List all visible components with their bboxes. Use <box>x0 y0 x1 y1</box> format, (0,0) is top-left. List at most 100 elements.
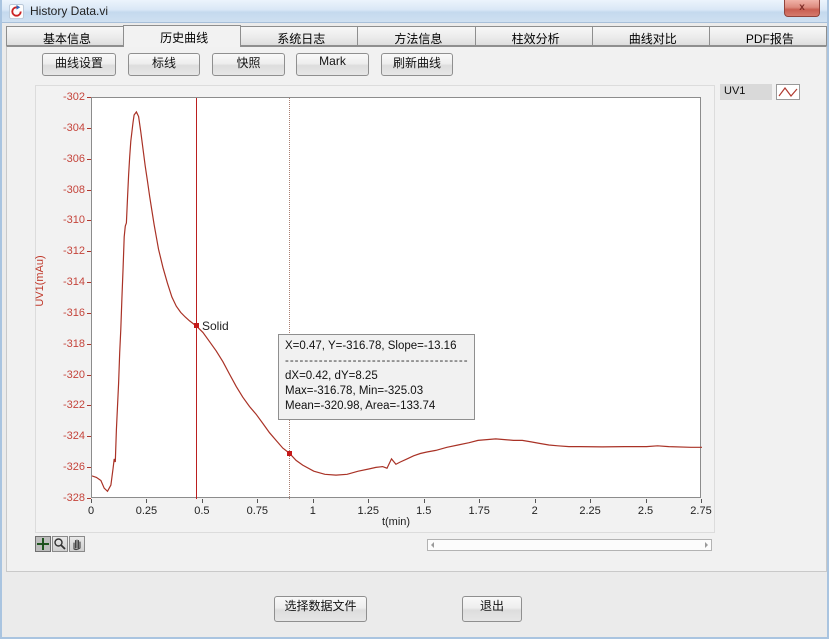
tab-5[interactable]: 曲线对比 <box>592 26 709 46</box>
y-tick-mark <box>87 313 91 314</box>
title-bar: History Data.vi x <box>2 0 827 23</box>
y-tick-mark <box>87 251 91 252</box>
x-tick-mark <box>368 499 369 503</box>
x-tick-mark <box>646 499 647 503</box>
cursor-marker[interactable] <box>194 323 199 328</box>
tooltip-line-dxdy: dX=0.42, dY=8.25 <box>285 369 468 384</box>
tab-2[interactable]: 系统日志 <box>241 26 357 46</box>
x-tick-mark <box>146 499 147 503</box>
x-tick-label: 1.75 <box>459 505 499 517</box>
x-tick-mark <box>590 499 591 503</box>
close-button[interactable]: x <box>784 0 820 17</box>
x-tick-label: 0.75 <box>237 505 277 517</box>
y-tick-mark <box>87 436 91 437</box>
x-tick-mark <box>701 499 702 503</box>
cursor-marker[interactable] <box>287 451 292 456</box>
cursor-tooltip: X=0.47, Y=-316.78, Slope=-13.16 --------… <box>278 334 475 420</box>
uv1-curve <box>92 112 702 491</box>
x-tick-mark <box>91 499 92 503</box>
y-tick-mark <box>87 467 91 468</box>
zoom-tool-button[interactable] <box>52 536 68 552</box>
window-title: History Data.vi <box>30 4 108 18</box>
x-tick-label: 1.25 <box>348 505 388 517</box>
tab-4[interactable]: 柱效分析 <box>475 26 592 46</box>
y-tick-mark <box>87 282 91 283</box>
marker-line-button[interactable]: 标线 <box>128 53 200 76</box>
y-tick-label: -314 <box>45 276 85 288</box>
y-tick-mark <box>87 375 91 376</box>
cursor-tool-button[interactable] <box>35 536 51 552</box>
y-tick-label: -306 <box>45 153 85 165</box>
x-axis-title: t(min) <box>336 516 456 528</box>
x-tick-mark <box>313 499 314 503</box>
y-tick-mark <box>87 159 91 160</box>
cursor-dotted-line[interactable] <box>289 98 290 499</box>
scroll-left-arrow-icon[interactable] <box>431 542 434 548</box>
y-tick-label: -320 <box>45 369 85 381</box>
cursor-solid-line[interactable] <box>196 98 197 499</box>
x-tick-mark <box>257 499 258 503</box>
window: History Data.vi x 基本信息历史曲线系统日志方法信息柱效分析曲线… <box>0 0 829 639</box>
cursor-name-label: Solid <box>202 319 229 333</box>
legend-label: UV1 <box>720 84 772 100</box>
y-tick-mark <box>87 220 91 221</box>
y-tick-label: -322 <box>45 399 85 411</box>
x-tick-mark <box>535 499 536 503</box>
y-tick-mark <box>87 344 91 345</box>
y-tick-label: -324 <box>45 430 85 442</box>
y-tick-mark <box>87 128 91 129</box>
y-tick-label: -316 <box>45 307 85 319</box>
hand-icon <box>70 537 84 551</box>
legend-line-icon[interactable] <box>776 84 800 100</box>
curve-svg <box>92 98 702 499</box>
x-tick-label: 0 <box>71 505 111 517</box>
x-tick-label: 0.5 <box>182 505 222 517</box>
tab-1[interactable]: 历史曲线 <box>123 25 241 47</box>
crosshair-icon <box>36 537 50 551</box>
plot-legend[interactable]: UV1 <box>720 84 800 100</box>
x-tick-mark <box>479 499 480 503</box>
x-tick-mark <box>202 499 203 503</box>
y-tick-label: -302 <box>45 91 85 103</box>
graph-palette <box>35 536 86 552</box>
refresh-curve-button[interactable]: 刷新曲线 <box>381 53 453 76</box>
y-tick-label: -304 <box>45 122 85 134</box>
mark-button[interactable]: Mark <box>296 53 369 76</box>
tooltip-line-xyslope: X=0.47, Y=-316.78, Slope=-13.16 <box>285 339 468 354</box>
x-tick-label: 2.75 <box>681 505 721 517</box>
x-tick-label: 2.5 <box>626 505 666 517</box>
pan-tool-button[interactable] <box>69 536 85 552</box>
tab-3[interactable]: 方法信息 <box>357 26 474 46</box>
y-tick-label: -310 <box>45 214 85 226</box>
tooltip-line-maxmin: Max=-316.78, Min=-325.03 <box>285 384 468 399</box>
y-tick-label: -312 <box>45 245 85 257</box>
select-file-button[interactable]: 选择数据文件 <box>274 596 367 622</box>
x-tick-label: 0.25 <box>126 505 166 517</box>
x-tick-label: 1 <box>293 505 333 517</box>
snapshot-button[interactable]: 快照 <box>212 53 285 76</box>
y-tick-mark <box>87 97 91 98</box>
chart-h-scrollbar[interactable] <box>427 539 712 551</box>
y-tick-mark <box>87 405 91 406</box>
tooltip-line-meanarea: Mean=-320.98, Area=-133.74 <box>285 399 468 414</box>
x-tick-label: 1.5 <box>404 505 444 517</box>
graph-widget: UV1(mAu) t(min) Solid X=0.47, Y=-316.78,… <box>35 85 715 533</box>
plot-area[interactable]: Solid X=0.47, Y=-316.78, Slope=-13.16 --… <box>91 97 701 498</box>
x-tick-label: 2.25 <box>570 505 610 517</box>
y-tick-label: -326 <box>45 461 85 473</box>
exit-button[interactable]: 退出 <box>462 596 522 622</box>
scroll-right-arrow-icon[interactable] <box>705 542 708 548</box>
zoom-icon <box>53 537 67 551</box>
tooltip-separator: --------------------------------------- <box>285 354 468 369</box>
tab-0[interactable]: 基本信息 <box>6 26 123 46</box>
tab-bar: 基本信息历史曲线系统日志方法信息柱效分析曲线对比PDF报告 <box>6 25 827 46</box>
y-tick-label: -318 <box>45 338 85 350</box>
tab-6[interactable]: PDF报告 <box>709 26 827 46</box>
y-tick-label: -328 <box>45 492 85 504</box>
curve-settings-button[interactable]: 曲线设置 <box>42 53 116 76</box>
y-tick-label: -308 <box>45 184 85 196</box>
close-icon: x <box>799 2 805 13</box>
x-tick-label: 2 <box>515 505 555 517</box>
y-tick-mark <box>87 190 91 191</box>
labview-vi-icon <box>9 4 24 19</box>
